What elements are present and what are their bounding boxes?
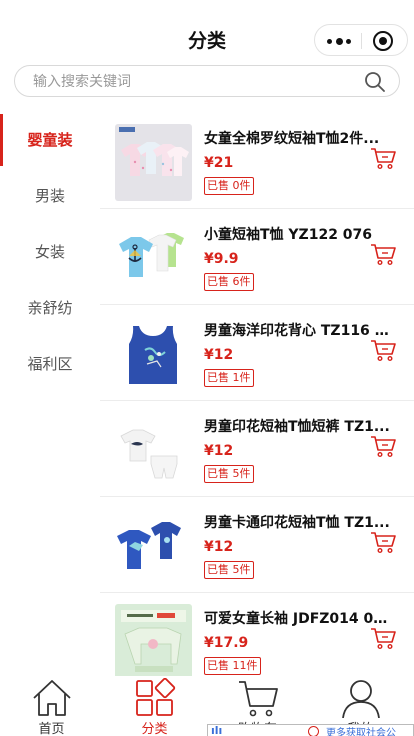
product-name: 男童印花短袖T恤短裤 TZ1... [204, 419, 390, 435]
row-divider [100, 304, 414, 305]
product-name: 小童短袖T恤 YZ122 076 [204, 227, 373, 243]
product-price: ¥12 [204, 539, 234, 555]
home-icon [33, 680, 71, 716]
capsule-divider [361, 33, 362, 49]
add-to-cart-icon[interactable] [370, 530, 396, 554]
sidebar-item-women[interactable]: 女装 [0, 224, 100, 280]
sold-count-badge: 已售 5件 [204, 465, 254, 483]
add-to-cart-icon[interactable] [370, 626, 396, 650]
product-name: 可爱女童长袖 JDFZ014 015 [204, 611, 392, 627]
product-price: ¥12 [204, 443, 234, 459]
product-price: ¥9.9 [204, 251, 239, 267]
tab-home-label: 首页 [38, 722, 65, 736]
category-sidebar: 婴童装 男装 女装 亲舒纺 福利区 [0, 112, 100, 392]
product-price: ¥17.9 [204, 635, 249, 651]
sold-count-badge: 已售 1件 [204, 369, 254, 387]
sidebar-item-men[interactable]: 男装 [0, 168, 100, 224]
sidebar-item-comfort[interactable]: 亲舒纺 [0, 280, 100, 336]
add-to-cart-icon[interactable] [370, 146, 396, 170]
product-image[interactable] [115, 316, 192, 393]
product-image[interactable] [115, 604, 192, 676]
product-image[interactable] [115, 508, 192, 585]
sold-count-badge: 已售 5件 [204, 561, 254, 579]
product-list: 女童全棉罗纹短袖T恤2件... ¥21 已售 0件 小童短袖T恤 YZ122 0… [100, 112, 414, 676]
notice-text: 更多获取社会公 [326, 728, 396, 736]
tab-category-label: 分类 [141, 722, 168, 736]
sold-count-badge: 已售 0件 [204, 177, 254, 195]
warning-icon [308, 726, 319, 736]
close-target-icon[interactable] [373, 31, 393, 51]
nav-bar: 分类 [0, 0, 414, 62]
sidebar-item-baby[interactable]: 婴童装 [0, 112, 100, 168]
sidebar-item-label: 婴童装 [27, 131, 73, 149]
user-icon [342, 680, 380, 718]
logo-mark-icon: ılı [211, 724, 223, 736]
sidebar-item-label: 男装 [34, 187, 65, 205]
product-item[interactable]: 可爱女童长袖 JDFZ014 015 ¥17.9 已售 11件 [100, 592, 414, 676]
sold-count-badge: 已售 11件 [204, 657, 261, 675]
category-icon [136, 678, 176, 716]
more-options-icon[interactable] [327, 33, 351, 49]
add-to-cart-icon[interactable] [370, 338, 396, 362]
sidebar-item-welfare[interactable]: 福利区 [0, 336, 100, 392]
search-input[interactable] [33, 71, 353, 93]
sold-count-badge: 已售 6件 [204, 273, 254, 291]
cart-icon [239, 681, 278, 717]
add-to-cart-icon[interactable] [370, 242, 396, 266]
row-divider [100, 496, 414, 497]
product-item[interactable]: 女童全棉罗纹短袖T恤2件... ¥21 已售 0件 [100, 112, 414, 208]
product-item[interactable]: 男童印花短袖T恤短裤 TZ1... ¥12 已售 5件 [100, 400, 414, 496]
app-screen: 分类 婴童装 男装 女装 亲舒纺 福利区 [0, 0, 414, 736]
sidebar-item-label: 福利区 [27, 355, 73, 373]
product-image[interactable] [115, 124, 192, 201]
bottom-notice-chip[interactable]: ılı 更多获取社会公 [207, 724, 414, 736]
tab-category[interactable]: 分类 [103, 676, 206, 736]
search-bar [14, 65, 400, 97]
product-name: 男童海洋印花背心 TZ116 075 [204, 323, 392, 339]
product-name: 男童卡通印花短袖T恤 TZ1... [204, 515, 390, 531]
add-to-cart-icon[interactable] [370, 434, 396, 458]
sidebar-item-label: 女装 [34, 243, 65, 261]
product-image[interactable] [115, 220, 192, 297]
product-price: ¥21 [204, 155, 234, 171]
row-divider [100, 592, 414, 593]
sidebar-item-label: 亲舒纺 [27, 299, 73, 317]
product-image[interactable] [115, 412, 192, 489]
row-divider [100, 208, 414, 209]
product-name: 女童全棉罗纹短袖T恤2件... [204, 131, 380, 147]
product-price: ¥12 [204, 347, 234, 363]
product-item[interactable]: 男童卡通印花短袖T恤 TZ1... ¥12 已售 5件 [100, 496, 414, 592]
search-icon[interactable] [363, 70, 387, 94]
product-item[interactable]: 男童海洋印花背心 TZ116 075 ¥12 已售 1件 [100, 304, 414, 400]
product-item[interactable]: 小童短袖T恤 YZ122 076 ¥9.9 已售 6件 [100, 208, 414, 304]
miniprogram-capsule [314, 24, 408, 56]
row-divider [100, 400, 414, 401]
tab-home[interactable]: 首页 [0, 676, 103, 736]
